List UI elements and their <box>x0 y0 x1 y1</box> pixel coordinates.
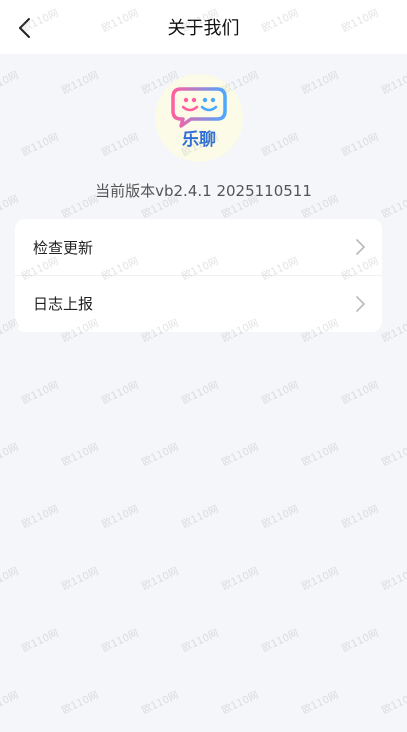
chat-bubble-logo-icon: 乐聊 <box>171 87 227 150</box>
watermark-text: 欧110网 <box>340 380 381 407</box>
watermark-text: 欧110网 <box>0 690 21 717</box>
watermark-text: 欧110网 <box>300 70 341 97</box>
menu-item-label: 检查更新 <box>33 238 94 257</box>
watermark-text: 欧110网 <box>0 566 21 593</box>
logo-text: 乐聊 <box>182 129 216 150</box>
watermark-text: 欧110网 <box>100 504 141 531</box>
version-text: 当前版本vb2.4.1 2025110511 <box>95 182 312 200</box>
watermark-text: 欧110网 <box>380 70 407 97</box>
watermark-text: 欧110网 <box>100 380 141 407</box>
watermark-text: 欧110网 <box>260 132 301 159</box>
app-logo: 乐聊 <box>155 74 243 162</box>
watermark-text: 欧110网 <box>300 442 341 469</box>
watermark-text: 欧110网 <box>300 690 341 717</box>
back-button[interactable] <box>10 13 40 43</box>
watermark-text: 欧110网 <box>380 318 407 345</box>
watermark-text: 欧110网 <box>340 132 381 159</box>
watermark-text: 欧110网 <box>380 690 407 717</box>
watermark-text: 欧110网 <box>140 566 181 593</box>
menu-item-log-report[interactable]: 日志上报 <box>15 275 382 331</box>
watermark-text: 欧110网 <box>0 442 21 469</box>
watermark-text: 欧110网 <box>140 690 181 717</box>
menu-item-label: 日志上报 <box>33 295 94 313</box>
watermark-text: 欧110网 <box>100 628 141 655</box>
watermark-text: 欧110网 <box>140 442 181 469</box>
watermark-text: 欧110网 <box>300 566 341 593</box>
page-title: 关于我们 <box>167 18 240 39</box>
watermark-text: 欧110网 <box>380 566 407 593</box>
chevron-right-icon <box>356 239 365 255</box>
chevron-left-icon <box>19 18 30 38</box>
watermark-text: 欧110网 <box>20 504 61 531</box>
watermark-text: 欧110网 <box>180 380 221 407</box>
watermark-text: 欧110网 <box>260 504 301 531</box>
watermark-text: 欧110网 <box>60 442 101 469</box>
watermark-text: 欧110网 <box>380 442 407 469</box>
chevron-right-icon <box>356 295 365 312</box>
watermark-text: 欧110网 <box>180 628 221 655</box>
watermark-text: 欧110网 <box>260 628 301 655</box>
watermark-text: 欧110网 <box>60 690 101 717</box>
watermark-text: 欧110网 <box>100 132 141 159</box>
watermark-text: 欧110网 <box>220 566 261 593</box>
watermark-text: 欧110网 <box>220 690 261 717</box>
menu-item-check-update[interactable]: 检查更新 <box>15 219 382 275</box>
watermark-text: 欧110网 <box>20 380 61 407</box>
watermark-text: 欧110网 <box>20 628 61 655</box>
watermark-text: 欧110网 <box>340 504 381 531</box>
watermark-text: 欧110网 <box>180 504 221 531</box>
watermark-text: 欧110网 <box>0 70 21 97</box>
settings-card: 检查更新 日志上报 <box>15 219 382 332</box>
watermark-text: 欧110网 <box>60 566 101 593</box>
top-bar: 关于我们 <box>0 0 407 54</box>
watermark-text: 欧110网 <box>220 442 261 469</box>
watermark-text: 欧110网 <box>60 70 101 97</box>
watermark-text: 欧110网 <box>20 132 61 159</box>
watermark-text: 欧110网 <box>340 628 381 655</box>
watermark-text: 欧110网 <box>260 380 301 407</box>
